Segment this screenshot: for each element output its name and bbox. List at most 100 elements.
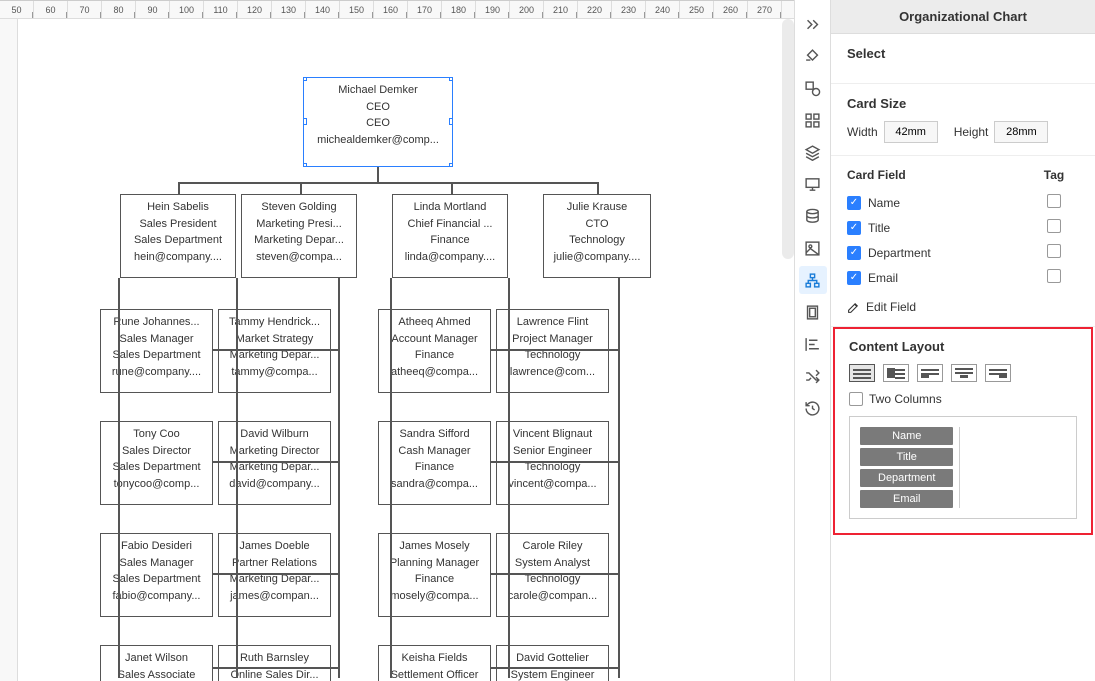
- two-columns-checkbox[interactable]: [849, 392, 863, 406]
- shape-icon[interactable]: [799, 74, 827, 102]
- field-label: Email: [868, 271, 898, 285]
- org-node[interactable]: David WilburnMarketing DirectorMarketing…: [218, 421, 331, 505]
- canvas[interactable]: Michael Demker CEO CEO michealdemker@com…: [18, 19, 794, 681]
- node-email: hein@company....: [123, 249, 233, 266]
- height-label: Height: [954, 125, 989, 139]
- node-title: Chief Financial ...: [395, 216, 505, 233]
- org-node[interactable]: Vincent BlignautSenior EngineerTechnolog…: [496, 421, 609, 505]
- grid-icon[interactable]: [799, 106, 827, 134]
- node-name: Sandra Sifford: [381, 426, 488, 443]
- node-email: linda@company....: [395, 249, 505, 266]
- field-label: Name: [868, 196, 900, 210]
- preview-field-chip[interactable]: Email: [860, 490, 953, 508]
- org-chart-icon[interactable]: [799, 266, 827, 294]
- org-node[interactable]: Hein SabelisSales PresidentSales Departm…: [120, 194, 236, 278]
- selection-handle[interactable]: [449, 77, 453, 81]
- node-title: Settlement Officer: [381, 667, 488, 681]
- tag-checkbox[interactable]: [1047, 219, 1061, 233]
- org-node[interactable]: Atheeq AhmedAccount ManagerFinanceatheeq…: [378, 309, 491, 393]
- node-title: CTO: [546, 216, 648, 233]
- org-node[interactable]: Rune Johannes...Sales ManagerSales Depar…: [100, 309, 213, 393]
- org-node[interactable]: James MoselyPlanning ManagerFinancemosel…: [378, 533, 491, 617]
- ruler-tick: 150: [340, 1, 374, 18]
- org-node[interactable]: David GottelierSystem Engineer: [496, 645, 609, 681]
- org-node[interactable]: Linda MortlandChief Financial ...Finance…: [392, 194, 508, 278]
- history-icon[interactable]: [799, 394, 827, 422]
- height-input[interactable]: [994, 121, 1048, 143]
- node-name: David Gottelier: [499, 650, 606, 667]
- tag-checkbox[interactable]: [1047, 194, 1061, 208]
- panel-title: Organizational Chart: [831, 0, 1095, 34]
- ruler-tick: 70: [68, 1, 102, 18]
- field-label: Title: [868, 221, 890, 235]
- node-email: atheeq@compa...: [381, 364, 488, 381]
- field-checkbox[interactable]: [847, 271, 861, 285]
- node-department: Finance: [381, 347, 488, 364]
- fill-icon[interactable]: [799, 42, 827, 70]
- presentation-icon[interactable]: [799, 170, 827, 198]
- layout-option-4[interactable]: [951, 364, 977, 382]
- ruler-tick: 120: [238, 1, 272, 18]
- shuffle-icon[interactable]: [799, 362, 827, 390]
- node-name: Linda Mortland: [395, 199, 505, 216]
- layout-option-5[interactable]: [985, 364, 1011, 382]
- ruler-tick: 170: [408, 1, 442, 18]
- ruler-tick: 130: [272, 1, 306, 18]
- field-checkbox[interactable]: [847, 196, 861, 210]
- layout-option-3[interactable]: [917, 364, 943, 382]
- preview-field-chip[interactable]: Title: [860, 448, 953, 466]
- tag-checkbox[interactable]: [1047, 269, 1061, 283]
- field-checkbox[interactable]: [847, 221, 861, 235]
- layout-option-2[interactable]: [883, 364, 909, 382]
- ruler-tick: 200: [510, 1, 544, 18]
- tag-checkbox[interactable]: [1047, 244, 1061, 258]
- org-node[interactable]: Lawrence FlintProject ManagerTechnologyl…: [496, 309, 609, 393]
- org-node[interactable]: Keisha FieldsSettlement Officer: [378, 645, 491, 681]
- node-name: Vincent Blignaut: [499, 426, 606, 443]
- org-node[interactable]: Sandra SiffordCash ManagerFinancesandra@…: [378, 421, 491, 505]
- align-icon[interactable]: [799, 330, 827, 358]
- node-name: Keisha Fields: [381, 650, 488, 667]
- node-department: Sales Department: [123, 232, 233, 249]
- layers-icon[interactable]: [799, 138, 827, 166]
- org-node[interactable]: Steven GoldingMarketing Presi...Marketin…: [241, 194, 357, 278]
- selection-handle[interactable]: [449, 163, 453, 167]
- image-icon[interactable]: [799, 234, 827, 262]
- canvas-area[interactable]: 5060708090100110120130140150160170180190…: [0, 0, 794, 681]
- ruler-tick: 180: [442, 1, 476, 18]
- org-node[interactable]: Tammy Hendrick...Market StrategyMarketin…: [218, 309, 331, 393]
- field-row: Department: [847, 240, 1079, 265]
- preview-field-chip[interactable]: Name: [860, 427, 953, 445]
- node-title: CEO: [306, 99, 450, 116]
- node-department: Finance: [381, 459, 488, 476]
- ruler-tick: 50: [0, 1, 34, 18]
- selection-handle[interactable]: [303, 77, 307, 81]
- database-icon[interactable]: [799, 202, 827, 230]
- ruler-tick: 240: [646, 1, 680, 18]
- selection-handle[interactable]: [303, 118, 307, 125]
- org-node[interactable]: Julie KrauseCTOTechnologyjulie@company..…: [543, 194, 651, 278]
- org-node-root[interactable]: Michael Demker CEO CEO michealdemker@com…: [303, 77, 453, 167]
- field-checkbox[interactable]: [847, 246, 861, 260]
- node-title: Senior Engineer: [499, 443, 606, 460]
- selection-handle[interactable]: [449, 118, 453, 125]
- content-layout-title: Content Layout: [849, 339, 1077, 354]
- expand-panel-icon[interactable]: [799, 10, 827, 38]
- preview-field-chip[interactable]: Department: [860, 469, 953, 487]
- org-node[interactable]: Janet WilsonSales Associate: [100, 645, 213, 681]
- org-node[interactable]: Fabio DesideriSales ManagerSales Departm…: [100, 533, 213, 617]
- node-name: Atheeq Ahmed: [381, 314, 488, 331]
- page-icon[interactable]: [799, 298, 827, 326]
- org-node[interactable]: Carole RileySystem AnalystTechnologycaro…: [496, 533, 609, 617]
- ruler-tick: 220: [578, 1, 612, 18]
- layout-option-1[interactable]: [849, 364, 875, 382]
- width-input[interactable]: [884, 121, 938, 143]
- edit-field-button[interactable]: Edit Field: [847, 300, 1079, 314]
- selection-handle[interactable]: [303, 163, 307, 167]
- ruler-vertical: [0, 1, 18, 681]
- scrollbar-vertical[interactable]: [782, 19, 794, 259]
- org-node[interactable]: James DoeblePartner RelationsMarketing D…: [218, 533, 331, 617]
- ruler-tick: 160: [374, 1, 408, 18]
- org-node[interactable]: Ruth BarnsleyOnline Sales Dir...: [218, 645, 331, 681]
- org-node[interactable]: Tony CooSales DirectorSales Departmentto…: [100, 421, 213, 505]
